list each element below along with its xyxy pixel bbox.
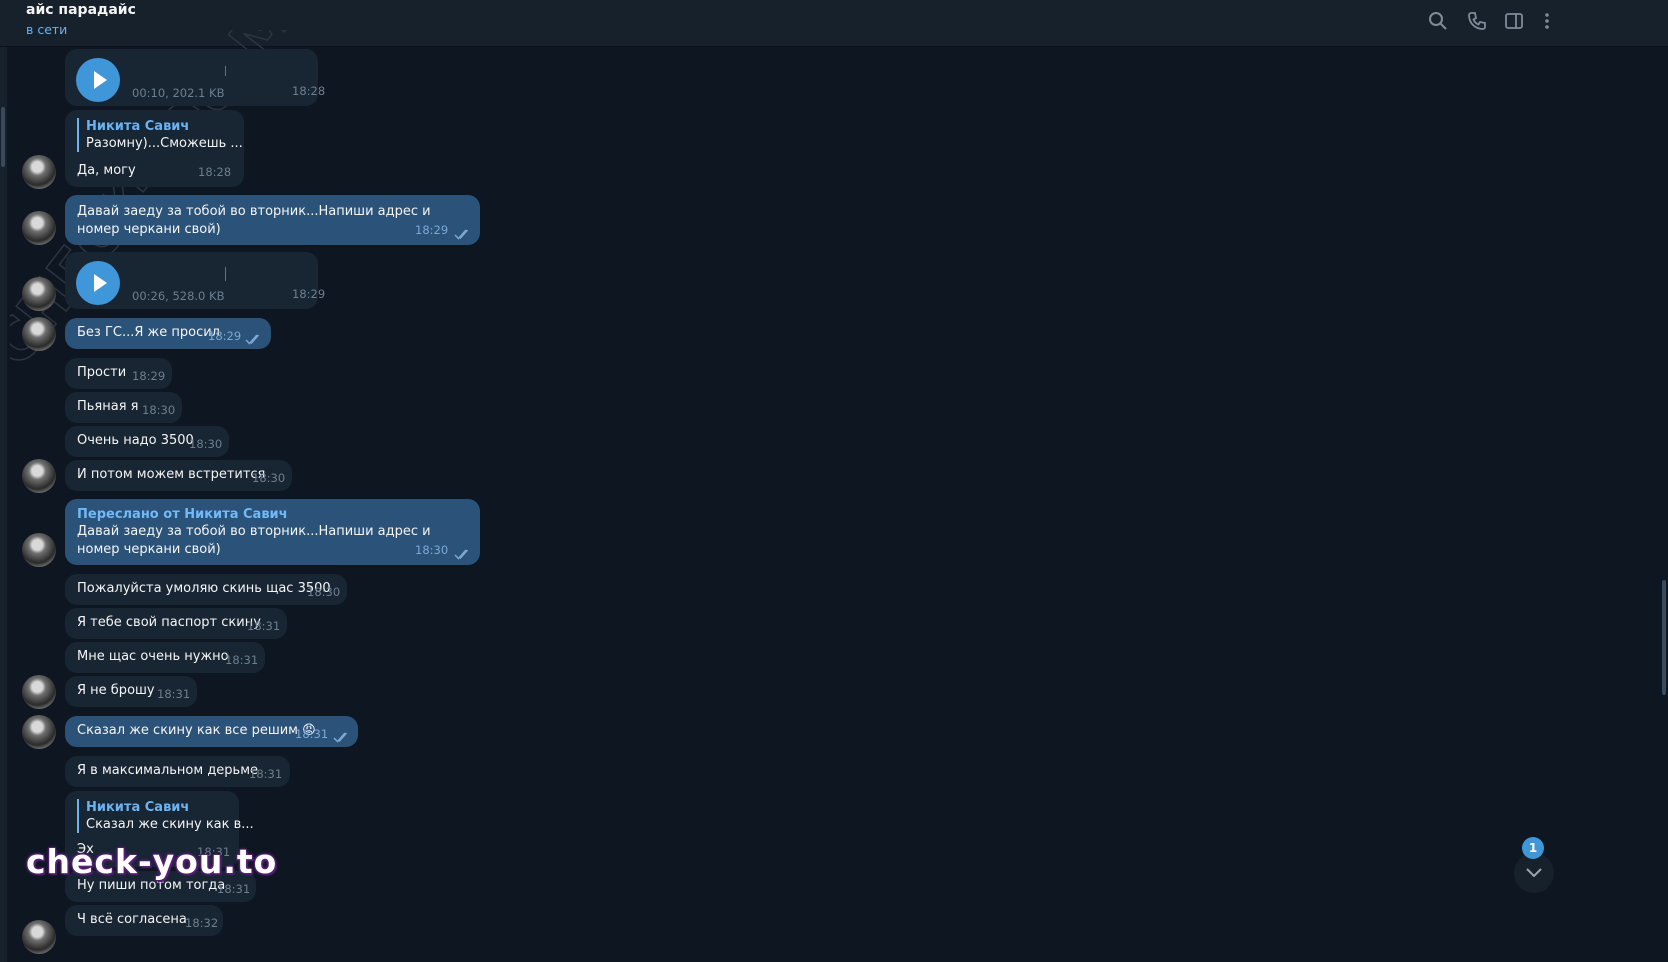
quote-author: Никита Савич — [86, 119, 190, 134]
outgoing-message[interactable]: Без ГС...Я же просил 18:29 — [65, 318, 271, 349]
message-text: Да, могу — [77, 163, 136, 178]
chevron-down-icon — [1526, 868, 1542, 878]
quote-author: Никита Савич — [86, 800, 190, 815]
avatar[interactable] — [22, 675, 56, 709]
message-text: И потом можем встретится — [77, 467, 266, 482]
quote-text: Сказал же скину как в... — [86, 817, 254, 832]
message-text: Очень надо 3500 — [77, 433, 194, 448]
incoming-message[interactable]: Ч всё согласена 18:32 — [65, 905, 223, 936]
incoming-message[interactable]: Мне щас очень нужно 18:31 — [65, 642, 265, 673]
message-time: 18:30 — [252, 471, 286, 485]
waveform[interactable] — [132, 265, 318, 283]
voice-meta: 00:10, 202.1 KB — [132, 86, 225, 100]
voice-message[interactable]: 00:26, 528.0 KB 18:29 — [65, 252, 325, 309]
message-time: 18:29 — [292, 287, 326, 301]
message-text: Прости — [77, 365, 127, 380]
avatar[interactable] — [22, 211, 56, 245]
message-time: 18:30 — [142, 403, 176, 417]
watermark-text: check-you.to — [26, 842, 278, 881]
message-text: Я тебе свой паспорт скину — [77, 615, 261, 630]
chat-header: айс парадайс в сети — [0, 0, 1668, 47]
message-text: Давай заеду за тобой во вторник...Напиши… — [77, 204, 431, 237]
read-checks-icon — [245, 334, 260, 345]
phone-icon[interactable] — [1466, 10, 1488, 32]
waveform[interactable] — [132, 62, 318, 80]
outgoing-message[interactable]: Давай заеду за тобой во вторник...Напиши… — [65, 195, 480, 245]
scroll-thumb[interactable] — [1, 107, 5, 167]
avatar[interactable] — [22, 459, 56, 493]
incoming-message[interactable]: Прости 18:29 — [65, 358, 172, 389]
message-time: 18:29 — [132, 369, 166, 383]
avatar[interactable] — [22, 533, 56, 567]
reply-quote[interactable]: Никита Савич Сказал же скину как в... — [77, 799, 254, 833]
reply-message[interactable]: Никита Савич Разомну)...Сможешь ... Да, … — [65, 110, 244, 187]
message-text: Я не брошу — [77, 683, 155, 698]
scroll-thumb[interactable] — [1662, 580, 1666, 695]
message-time: 18:29 — [208, 329, 242, 343]
reply-quote[interactable]: Никита Савич Разомну)...Сможешь ... — [77, 118, 243, 152]
unread-count-badge[interactable]: 1 — [1522, 837, 1544, 859]
message-time: 18:31 — [225, 653, 259, 667]
play-button[interactable] — [76, 261, 120, 305]
read-checks-icon — [454, 549, 469, 560]
forwarded-message[interactable]: Переслано от Никита Савич Давай заеду за… — [65, 499, 480, 565]
message-text: Мне щас очень нужно — [77, 649, 229, 664]
more-vertical-icon[interactable] — [1536, 10, 1558, 32]
incoming-message[interactable]: Пожалуйста умоляю скинь щас 3500 18:30 — [65, 574, 347, 605]
read-checks-icon — [333, 732, 348, 743]
chat-title[interactable]: айс парадайс — [26, 2, 136, 18]
message-text: Без ГС...Я же просил — [77, 325, 220, 340]
message-time: 18:30 — [307, 585, 341, 599]
quote-text: Разомну)...Сможешь ... — [86, 136, 243, 151]
sidebar-toggle-icon[interactable] — [1503, 10, 1525, 32]
incoming-message[interactable]: Я в максимальном дерьме 18:31 — [65, 756, 290, 787]
left-scrollbar[interactable] — [0, 47, 7, 962]
message-time: 18:28 — [292, 84, 326, 98]
incoming-message[interactable]: Очень надо 3500 18:30 — [65, 426, 229, 457]
message-time: 18:30 — [415, 543, 449, 557]
read-checks-icon — [454, 229, 469, 240]
message-time: 18:31 — [295, 727, 329, 741]
message-time: 18:32 — [185, 916, 219, 930]
message-time: 18:31 — [249, 767, 283, 781]
message-time: 18:30 — [189, 437, 223, 451]
avatar[interactable] — [22, 277, 56, 311]
incoming-message[interactable]: Пьяная я 18:30 — [65, 392, 182, 423]
message-time: 18:31 — [157, 687, 191, 701]
message-time: 18:31 — [217, 882, 251, 896]
message-text: Я в максимальном дерьме — [77, 763, 259, 778]
message-text: Пожалуйста умоляю скинь щас 3500 — [77, 581, 331, 596]
avatar[interactable] — [22, 715, 56, 749]
outgoing-message[interactable]: Сказал же скину как все решим 😡 18:31 — [65, 716, 358, 747]
incoming-message[interactable]: Я тебе свой паспорт скину 18:31 — [65, 608, 287, 639]
message-time: 18:31 — [247, 619, 281, 633]
message-text: Пьяная я — [77, 399, 139, 414]
voice-message[interactable]: 00:10, 202.1 KB 18:28 — [65, 49, 325, 106]
forward-label[interactable]: Переслано от Никита Савич — [77, 506, 288, 524]
search-icon[interactable] — [1427, 10, 1449, 32]
incoming-message[interactable]: И потом можем встретится 18:30 — [65, 460, 292, 491]
message-text: Сказал же скину как все решим 😡 — [77, 722, 316, 740]
avatar[interactable] — [22, 317, 56, 351]
scroll-down-button[interactable] — [1514, 853, 1554, 893]
message-text: Ч всё согласена — [77, 912, 187, 927]
incoming-message[interactable]: Я не брошу 18:31 — [65, 676, 197, 707]
play-button[interactable] — [76, 58, 120, 102]
avatar[interactable] — [22, 155, 56, 189]
message-time: 18:29 — [415, 223, 449, 237]
voice-meta: 00:26, 528.0 KB — [132, 289, 225, 303]
message-text: Давай заеду за тобой во вторник...Напиши… — [77, 524, 431, 557]
chat-scrollbar[interactable] — [1659, 47, 1668, 962]
message-text-body: Сказал же скину как все решим — [77, 723, 298, 738]
message-time: 18:28 — [198, 165, 232, 179]
chat-status: в сети — [26, 22, 68, 37]
avatar[interactable] — [22, 920, 56, 954]
